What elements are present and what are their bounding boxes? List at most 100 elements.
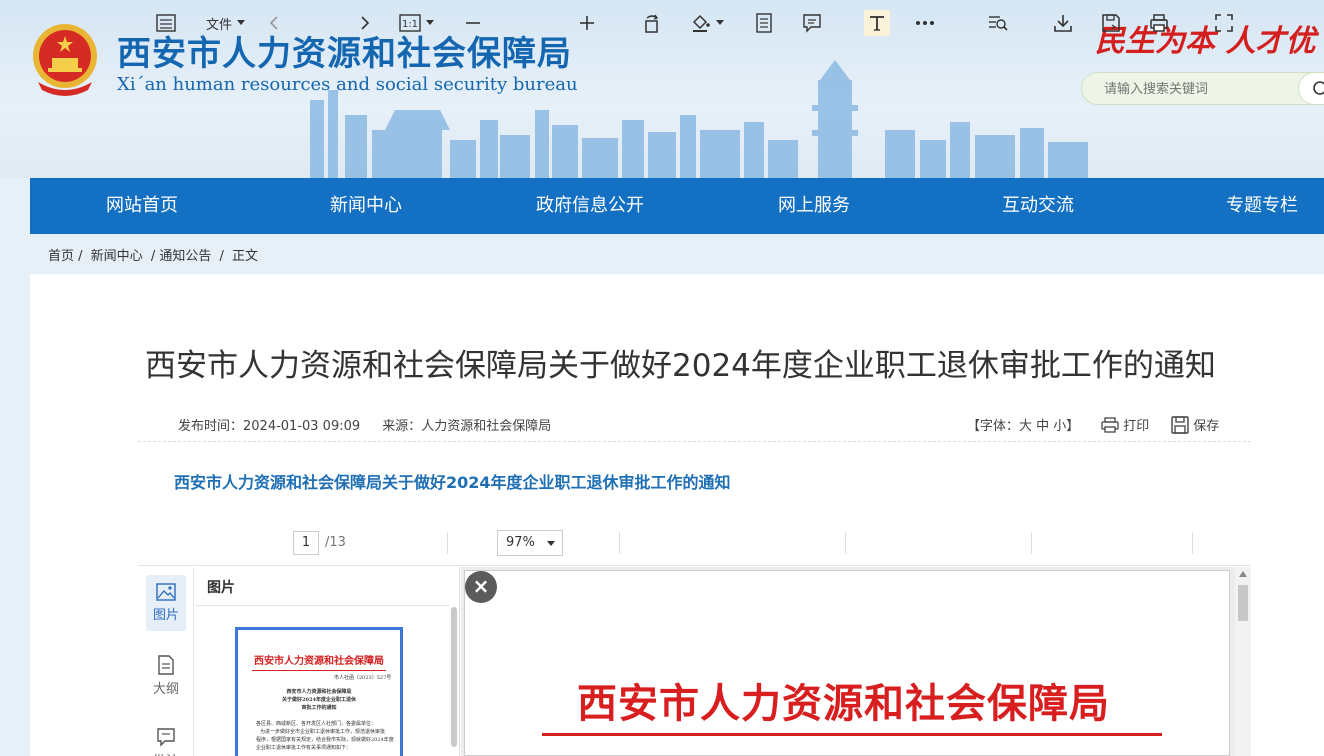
more-icon xyxy=(916,21,934,25)
rail-tab-images-label: 图片 xyxy=(152,608,179,623)
scroll-up-arrow-icon[interactable] xyxy=(1239,571,1247,577)
breadcrumb-news[interactable]: 新闻中心 xyxy=(91,249,143,264)
site-subtitle: Xi´an human resources and social securit… xyxy=(117,74,578,95)
rail-tab-images[interactable]: 图片 xyxy=(146,575,186,631)
image-icon xyxy=(156,583,176,601)
breadcrumb-home[interactable]: 首页 / xyxy=(48,249,83,264)
page-letterhead: 西安市人力资源和社会保障局 xyxy=(577,680,1110,727)
breadcrumb-current: 正文 xyxy=(232,249,259,264)
nav-item-news[interactable]: 新闻中心 xyxy=(254,178,478,234)
nav-item-home[interactable]: 网站首页 xyxy=(30,178,254,234)
font-size-switcher[interactable]: 【字体：大 中 小】 xyxy=(967,415,1079,434)
zoom-select[interactable]: 97% xyxy=(497,530,563,556)
more-button[interactable] xyxy=(912,10,938,36)
zoom-out-button[interactable] xyxy=(462,10,484,36)
thumbnail-title-line: 审批工作的通知 xyxy=(301,705,337,711)
nav-item-interaction[interactable]: 互动交流 xyxy=(926,178,1150,234)
rotate-button[interactable] xyxy=(640,10,664,36)
thumbnail-body-line: 各区县、西咸新区、各开发区人社部门，各委属单位： xyxy=(256,721,377,727)
save-label: 保存 xyxy=(1193,419,1220,434)
thumbnail-scrollbar[interactable] xyxy=(451,607,457,747)
thumbnail-panel-title: 图片 xyxy=(207,580,235,596)
search-input[interactable] xyxy=(1104,79,1304,99)
sidebar-toggle-icon xyxy=(156,14,176,32)
actual-size-icon: 1:1 xyxy=(399,14,421,32)
caret-down-icon xyxy=(547,541,555,546)
paint-bucket-icon xyxy=(692,14,710,32)
viewer-scrollbar[interactable] xyxy=(1235,567,1251,756)
national-emblem-icon xyxy=(33,24,97,96)
pdf-side-rail: 图片 大纲 批注 xyxy=(138,567,194,756)
fullscreen-icon xyxy=(1215,14,1233,32)
page-thumbnail[interactable]: 西安市人力资源和社会保障局 市人社函〔2023〕527号 西安市人力资源和社会保… xyxy=(235,627,403,756)
rail-tab-outline-label: 大纲 xyxy=(152,682,179,697)
thumbnail-doc-number: 市人社函〔2023〕527号 xyxy=(334,675,392,681)
letterhead-red-rule xyxy=(542,733,1162,736)
search-box xyxy=(1081,72,1324,105)
find-text-icon xyxy=(989,16,1008,31)
attachment-title[interactable]: 西安市人力资源和社会保障局关于做好2024年度企业职工退休审批工作的通知 xyxy=(174,469,731,493)
sidebar-toggle-button[interactable] xyxy=(154,10,178,36)
annotation-button[interactable] xyxy=(800,10,824,36)
article-source: 来源：人力资源和社会保障局 xyxy=(382,419,552,434)
toolbar-separator xyxy=(1031,532,1032,554)
download-button[interactable] xyxy=(1051,10,1075,36)
caret-down-icon xyxy=(716,20,724,25)
plus-icon xyxy=(580,16,594,30)
text-select-button[interactable] xyxy=(864,10,890,36)
next-page-button[interactable] xyxy=(355,10,375,36)
save-as-icon xyxy=(1102,14,1120,32)
chevron-right-icon xyxy=(361,16,370,30)
article-title: 西安市人力资源和社会保障局关于做好2024年度企业职工退休审批工作的通知 xyxy=(145,348,1216,384)
search-icon xyxy=(1313,81,1324,95)
caret-down-icon xyxy=(426,20,434,25)
prev-page-button[interactable] xyxy=(264,10,284,36)
fill-color-button[interactable] xyxy=(690,10,726,36)
save-button[interactable]: 保存 xyxy=(1171,415,1219,434)
nav-item-special[interactable]: 专题专栏 xyxy=(1150,178,1324,234)
single-page-button[interactable] xyxy=(753,10,775,36)
svg-text:1:1: 1:1 xyxy=(402,19,418,30)
search-in-doc-button[interactable] xyxy=(986,10,1010,36)
nav-item-online-service[interactable]: 网上服务 xyxy=(702,178,926,234)
text-cursor-icon xyxy=(870,16,884,31)
page-total: /13 xyxy=(325,535,346,550)
breadcrumb: 首页 / 新闻中心 / 通知公告 / 正文 xyxy=(48,245,262,264)
actual-size-button[interactable]: 1:1 xyxy=(397,10,437,36)
document-icon xyxy=(756,13,772,33)
breadcrumb-notices[interactable]: / 通知公告 xyxy=(151,249,212,264)
zoom-value: 97% xyxy=(506,535,535,550)
zoom-in-button[interactable] xyxy=(576,10,598,36)
save-as-button[interactable] xyxy=(1099,10,1123,36)
outline-icon xyxy=(158,655,174,675)
fullscreen-button[interactable] xyxy=(1212,10,1236,36)
page-number-input[interactable]: 1 xyxy=(293,531,319,555)
close-viewer-button[interactable]: × xyxy=(465,571,497,603)
printer-icon xyxy=(1101,416,1119,433)
minus-icon xyxy=(466,22,480,24)
thumbnail-panel-divider xyxy=(195,605,450,606)
rail-tab-comments[interactable]: 批注 xyxy=(146,719,186,756)
print-button[interactable]: 打印 xyxy=(1101,415,1149,434)
toolbar-separator xyxy=(1192,532,1193,554)
comment-icon xyxy=(803,14,821,33)
nav-item-gov-info[interactable]: 政府信息公开 xyxy=(478,178,702,234)
site-title: 西安市人力资源和社会保障局 xyxy=(117,34,572,74)
scrollbar-thumb[interactable] xyxy=(1238,585,1248,621)
search-button[interactable] xyxy=(1298,72,1324,105)
save-icon xyxy=(1171,415,1189,434)
toolbar-separator xyxy=(619,532,620,554)
breadcrumb-separator: / xyxy=(219,249,224,264)
thumbnail-body-line: 企业职工退休审批工作有关事项通知如下： xyxy=(256,745,352,751)
file-menu[interactable]: 文件 xyxy=(204,10,248,36)
download-icon xyxy=(1054,15,1072,32)
rail-tab-outline[interactable]: 大纲 xyxy=(146,647,186,703)
file-menu-label: 文件 xyxy=(205,17,232,33)
toolbar-separator xyxy=(447,532,448,554)
thumbnail-title-line: 关于做好2024年度企业职工退休 xyxy=(282,697,356,703)
printer-icon xyxy=(1150,14,1168,32)
pdf-print-button[interactable] xyxy=(1147,10,1171,36)
article-meta: 发布时间：2024-01-03 09:09 来源：人力资源和社会保障局 xyxy=(178,415,569,434)
thumbnail-body-line: 程序，根据国家有关规定，结合我市实际，现就做好2024年度 xyxy=(256,737,394,743)
close-icon: × xyxy=(472,574,490,598)
